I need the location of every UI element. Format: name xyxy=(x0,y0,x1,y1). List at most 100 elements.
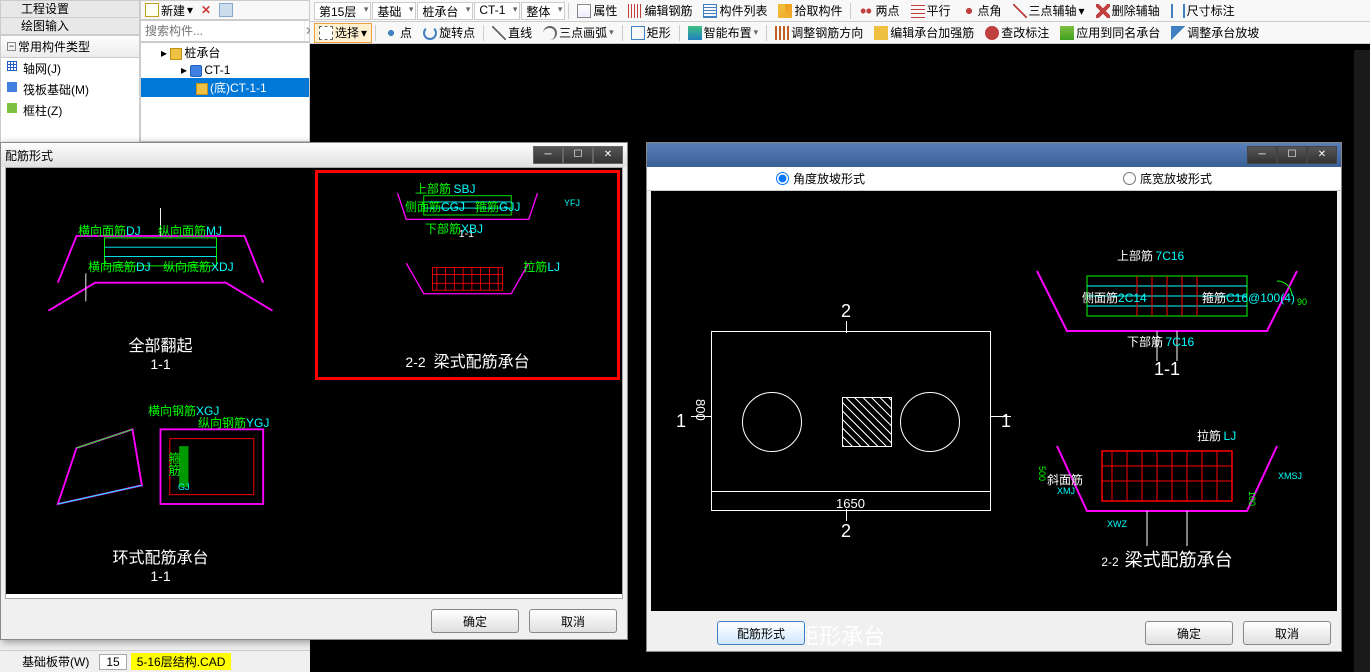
radio-angle-slope[interactable]: 角度放坡形式 xyxy=(776,170,865,187)
pick-component-button[interactable]: 拾取构件 xyxy=(773,1,847,21)
subcategory-dropdown[interactable]: 桩承台 xyxy=(417,2,473,20)
point-button[interactable]: 点 xyxy=(379,23,417,43)
select-button[interactable]: 选择 ▾ xyxy=(314,23,372,43)
parallel-button[interactable]: 平行 xyxy=(906,1,956,21)
check-annotation-button[interactable]: 查改标注 xyxy=(980,23,1054,43)
diagram-allup: 横向面筋DJ 纵向面筋MJ 横向底筋DJ 纵向底筋XDJ xyxy=(18,180,303,320)
dialog1-maximize-button[interactable]: ☐ xyxy=(563,146,593,164)
separator xyxy=(622,25,623,41)
apply-same-cap-button[interactable]: 应用到同名承台 xyxy=(1055,23,1165,43)
rotate-icon xyxy=(423,26,437,40)
delete-aux-button[interactable]: 删除辅轴 xyxy=(1091,1,1165,21)
edit-cap-rebar-button[interactable]: 编辑承台加强筋 xyxy=(869,23,979,43)
arc-icon xyxy=(543,26,557,40)
dim-left-1: 1 xyxy=(676,411,686,432)
diagram-beam: 1-1 上部筋 SBJ 侧面筋CGJ xyxy=(325,180,610,320)
new-button[interactable]: 新建 ▾ xyxy=(141,2,197,19)
search-box: ✕ 🔍 xyxy=(140,20,310,42)
rebar-option-ring[interactable]: 横向钢筋XGJ 纵向钢筋YGJ 箍筋 GJ 环式配筋承台 1-1 xyxy=(8,382,313,592)
pile-circle-2 xyxy=(900,392,960,452)
delete-button[interactable]: ✕ xyxy=(197,3,215,17)
sec2-label: 2-2 xyxy=(1101,555,1118,569)
dialog2-maximize-button[interactable]: ☐ xyxy=(1277,146,1307,164)
diagram-ring: 横向钢筋XGJ 纵向钢筋YGJ 箍筋 GJ xyxy=(18,392,303,532)
floor-dropdown[interactable]: 第15层 xyxy=(314,2,371,20)
properties-icon xyxy=(577,4,591,18)
pick-icon xyxy=(778,4,792,18)
dialog1-ok-button[interactable]: 确定 xyxy=(431,609,519,633)
edit-cap-icon xyxy=(874,26,888,40)
collapse-icon[interactable]: − xyxy=(7,42,16,51)
dialog1-cancel-button[interactable]: 取消 xyxy=(529,609,617,633)
separator xyxy=(679,25,680,41)
sidebar-item-axis[interactable]: 轴网(J) xyxy=(1,58,139,79)
rect-button[interactable]: 矩形 xyxy=(626,23,676,43)
bottom-floor-num[interactable]: 15 xyxy=(99,654,126,670)
point-angle-button[interactable]: 点角 xyxy=(957,1,1007,21)
item-dropdown[interactable]: CT-1 xyxy=(474,2,520,20)
rebar-form-button[interactable]: 配筋形式 xyxy=(717,621,805,645)
separator xyxy=(850,3,851,19)
column-hatch xyxy=(842,397,892,447)
properties-button[interactable]: 属性 xyxy=(572,1,622,21)
tab-draw-input[interactable]: 绘图输入 xyxy=(1,18,139,35)
dialog1-close-button[interactable]: ✕ xyxy=(593,146,623,164)
radio-width-slope[interactable]: 底宽放坡形式 xyxy=(1123,170,1212,187)
sidebar-item-column[interactable]: 框柱(Z) xyxy=(1,100,139,121)
new-label: 新建 xyxy=(161,2,185,19)
sidebar-header-label: 常用构件类型 xyxy=(18,38,90,55)
apply-icon xyxy=(1060,26,1074,40)
component-tree[interactable]: ▸ 桩承台 ▸ CT-1 (底)CT-1-1 xyxy=(140,42,310,142)
sec2-title: 梁式配筋承台 xyxy=(1125,546,1233,572)
tree-node-ct1[interactable]: ▸ CT-1 xyxy=(141,62,309,78)
adjust-slope-button[interactable]: 调整承台放坡 xyxy=(1166,23,1264,43)
arc-button[interactable]: 三点画弧 xyxy=(538,23,619,43)
rebar-option-beam[interactable]: 1-1 上部筋 SBJ 侧面筋CGJ xyxy=(315,170,620,380)
component-list-button[interactable]: 构件列表 xyxy=(698,1,772,21)
dialog2-titlebar[interactable]: ─ ☐ ✕ xyxy=(647,143,1341,167)
dim-height: 800 xyxy=(693,399,708,421)
sidebar-header[interactable]: − 常用构件类型 xyxy=(1,36,139,58)
item-icon xyxy=(196,83,208,95)
dialog2-cancel-button[interactable]: 取消 xyxy=(1243,621,1331,645)
slope-radio-row: 角度放坡形式 底宽放坡形式 xyxy=(647,167,1341,191)
rebar-icon xyxy=(628,4,642,18)
dialog2-ok-button[interactable]: 确定 xyxy=(1145,621,1233,645)
dim-right-1: 1 xyxy=(1001,411,1011,432)
point-angle-icon xyxy=(962,4,976,18)
cell3-sub: 1-1 xyxy=(150,568,170,584)
top-left-tabs: 工程设置 绘图输入 xyxy=(0,0,140,35)
plan-view: 2 2 1 1 800 1650 矩形承台 xyxy=(671,291,1011,601)
rotate-point-button[interactable]: 旋转点 xyxy=(418,23,480,43)
two-point-button[interactable]: 两点 xyxy=(854,1,904,21)
dialog2-close-button[interactable]: ✕ xyxy=(1307,146,1337,164)
sidebar-item-raft[interactable]: 筏板基础(M) xyxy=(1,79,139,100)
three-point-icon xyxy=(1013,4,1027,18)
tree-node-ct11-selected[interactable]: (底)CT-1-1 xyxy=(141,78,309,97)
rebar-option-empty xyxy=(315,382,620,592)
dim-bot-2: 2 xyxy=(841,521,851,542)
rect-icon xyxy=(631,26,645,40)
point-icon xyxy=(384,26,398,40)
bottom-cad-file[interactable]: 5-16层结构.CAD xyxy=(131,653,232,670)
dimension-button[interactable]: 尺寸标注 xyxy=(1166,1,1240,21)
dialog1-titlebar[interactable]: 配筋形式 ─ ☐ ✕ xyxy=(1,143,627,167)
smart-layout-button[interactable]: 智能布置 xyxy=(683,23,764,43)
bottom-item[interactable]: 基础板带(W) xyxy=(0,653,95,670)
main-toolbar-1: 第15层 基础 桩承台 CT-1 整体 属性 编辑钢筋 构件列表 拾取构件 两点… xyxy=(310,0,1370,22)
adjust-rebar-dir-button[interactable]: 调整钢筋方向 xyxy=(770,23,868,43)
category-dropdown[interactable]: 基础 xyxy=(372,2,416,20)
dialog2-minimize-button[interactable]: ─ xyxy=(1247,146,1277,164)
separator xyxy=(766,25,767,41)
copy-button[interactable] xyxy=(215,3,237,17)
dialog1-minimize-button[interactable]: ─ xyxy=(533,146,563,164)
search-input[interactable] xyxy=(141,21,304,41)
rebar-option-allup[interactable]: 横向面筋DJ 纵向面筋MJ 横向底筋DJ 纵向底筋XDJ 全部翻起 1-1 xyxy=(8,170,313,380)
three-point-button[interactable]: 三点辅轴 ▾ xyxy=(1008,1,1090,21)
tab-project-settings[interactable]: 工程设置 xyxy=(1,1,139,18)
new-icon xyxy=(145,3,159,17)
whole-dropdown[interactable]: 整体 xyxy=(521,2,565,20)
line-button[interactable]: 直线 xyxy=(487,23,537,43)
edit-rebar-button[interactable]: 编辑钢筋 xyxy=(623,1,697,21)
tree-node-root[interactable]: ▸ 桩承台 xyxy=(141,43,309,62)
